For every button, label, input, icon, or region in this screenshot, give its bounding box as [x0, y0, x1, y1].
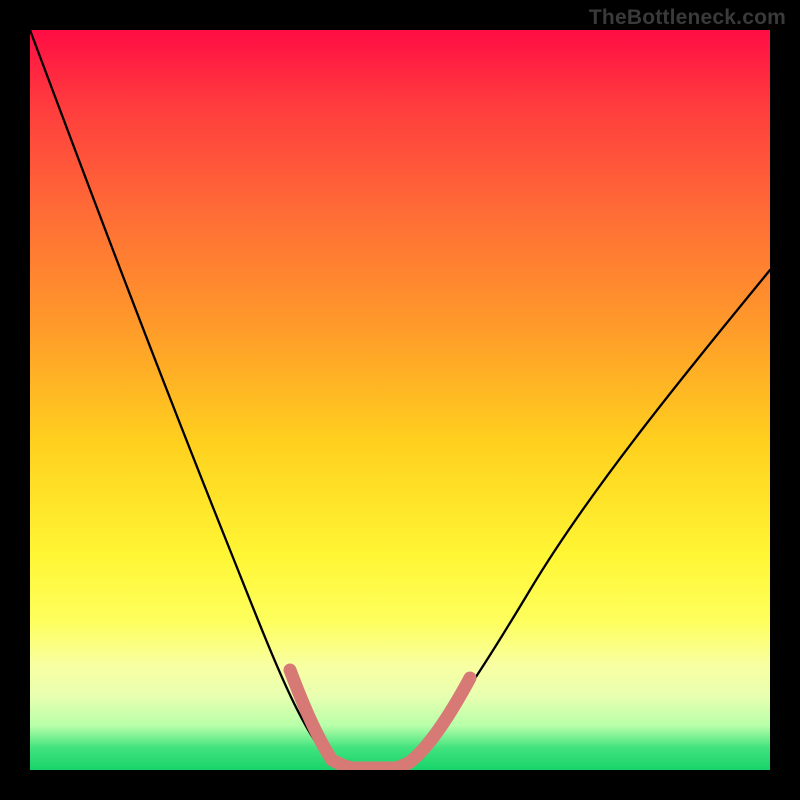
- highlight-right: [385, 678, 470, 770]
- bottleneck-curve: [30, 30, 770, 770]
- watermark-text: TheBottleneck.com: [589, 6, 786, 30]
- bottleneck-curve-svg: [30, 30, 770, 770]
- chart-frame: TheBottleneck.com: [0, 0, 800, 800]
- plot-area: [30, 30, 770, 770]
